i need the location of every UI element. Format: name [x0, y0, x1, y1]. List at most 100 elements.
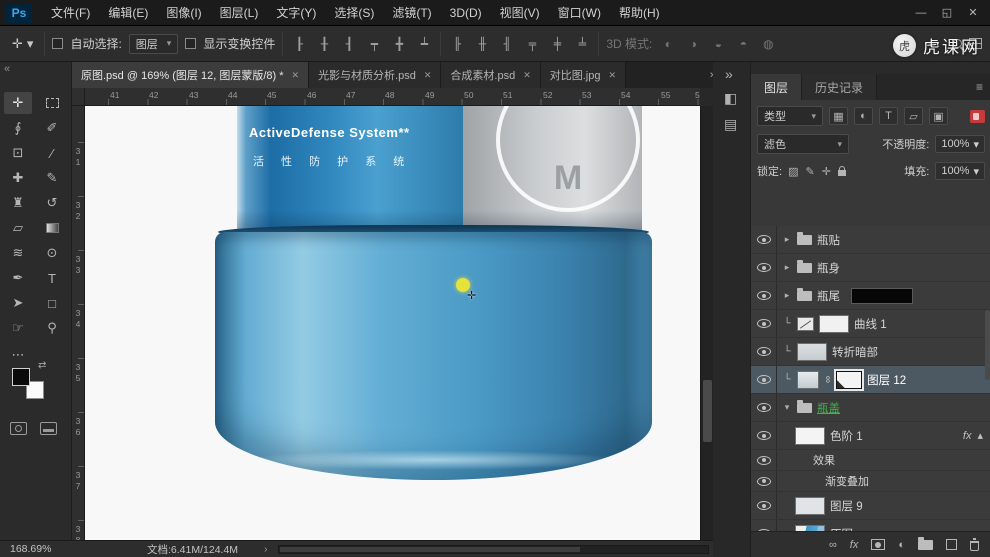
screen-mode-icon[interactable]	[40, 422, 57, 435]
pen-tool[interactable]: ✒	[4, 267, 32, 289]
visibility-eye-icon[interactable]	[757, 263, 771, 272]
menu-help[interactable]: 帮助(H)	[610, 0, 669, 26]
edit-toolbar-icon[interactable]: ⋯	[4, 344, 32, 366]
align-left-icon[interactable]: ┠	[290, 37, 308, 51]
tab-history[interactable]: 历史记录	[802, 74, 877, 100]
move-tool[interactable]: ✛	[4, 92, 32, 114]
lock-all-icon[interactable]	[838, 170, 846, 176]
panel-menu-icon[interactable]: ≡	[968, 74, 990, 100]
menu-view[interactable]: 视图(V)	[491, 0, 549, 26]
distribute-right-icon[interactable]: ╢	[498, 37, 516, 51]
align-right-icon[interactable]: ┨	[340, 37, 358, 51]
visibility-eye-icon[interactable]	[757, 375, 771, 384]
close-icon[interactable]: ✕	[960, 2, 986, 24]
effect-item-row[interactable]: 渐变叠加	[751, 471, 990, 492]
clone-stamp-tool[interactable]: ♜	[4, 192, 32, 214]
distribute-middle-icon[interactable]: ╪	[548, 37, 566, 51]
eyedropper-tool[interactable]: ∕	[38, 142, 66, 164]
quick-select-tool[interactable]: ✐	[38, 117, 66, 139]
canvas-horizontal-scrollbar[interactable]	[278, 545, 709, 554]
close-icon[interactable]: ✕	[609, 70, 617, 81]
fill-dropdown[interactable]: 100% ▾	[935, 162, 985, 180]
layer-row[interactable]: └ 转折暗部	[751, 338, 990, 366]
menu-image[interactable]: 图像(I)	[157, 0, 210, 26]
hand-tool[interactable]: ☞	[4, 317, 32, 339]
layer-row-selected[interactable]: └ ∞ 图层 12	[751, 366, 990, 394]
layer-thumbnail-black[interactable]	[851, 288, 913, 304]
layer-thumbnail[interactable]	[795, 497, 825, 515]
layer-row[interactable]: ▸ 瓶尾	[751, 282, 990, 310]
menu-file[interactable]: 文件(F)	[42, 0, 99, 26]
adjustment-layer-icon[interactable]: ◐	[898, 539, 905, 551]
align-middle-icon[interactable]: ╋	[390, 37, 408, 51]
layer-mask-thumbnail[interactable]	[819, 315, 849, 333]
blend-mode-dropdown[interactable]: 滤色 ▾	[757, 134, 849, 154]
new-layer-icon[interactable]	[946, 539, 957, 550]
add-mask-icon[interactable]	[871, 539, 885, 550]
gradient-tool[interactable]	[38, 217, 66, 239]
crop-tool[interactable]: ⊡	[4, 142, 32, 164]
mask-link-icon[interactable]: ∞	[822, 376, 833, 383]
canvas[interactable]: M ActiveDefense System** 活 性 防 护 系 统 ✛	[85, 106, 700, 540]
visibility-eye-icon[interactable]	[757, 291, 771, 300]
filter-shape-icon[interactable]: ▱	[904, 107, 923, 125]
status-expand-chevron[interactable]: ›	[264, 543, 268, 555]
distribute-top-icon[interactable]: ╤	[523, 37, 541, 51]
filter-pixel-icon[interactable]: ▦	[829, 107, 848, 125]
3d-roll-icon[interactable]: ◑	[684, 37, 702, 51]
opacity-dropdown[interactable]: 100% ▾	[935, 135, 985, 153]
menu-3d[interactable]: 3D(D)	[441, 0, 491, 26]
3d-pan-icon[interactable]: ◒	[709, 37, 727, 51]
panel-scrollbar-thumb[interactable]	[985, 310, 990, 380]
close-icon[interactable]: ✕	[292, 70, 300, 81]
chevron-right-icon[interactable]: ▸	[782, 262, 792, 273]
lock-position-icon[interactable]: ✛	[822, 165, 831, 178]
layer-mask-thumbnail-selected[interactable]	[836, 371, 862, 389]
filter-type-dropdown[interactable]: 类型 ▾	[757, 106, 823, 126]
menu-select[interactable]: 选择(S)	[325, 0, 383, 26]
dodge-tool[interactable]: ⊙	[38, 242, 66, 264]
menu-layer[interactable]: 图层(L)	[211, 0, 268, 26]
visibility-eye-icon[interactable]	[757, 347, 771, 356]
filter-type-icon[interactable]: T	[879, 107, 898, 125]
collapsed-panel-icon[interactable]: ▤	[724, 116, 737, 133]
visibility-eye-icon[interactable]	[757, 403, 771, 412]
healing-tool[interactable]: ✚	[4, 167, 32, 189]
layer-row[interactable]: ▸ 瓶身	[751, 254, 990, 282]
auto-select-checkbox[interactable]	[52, 38, 63, 49]
layer-row[interactable]: 图层 9	[751, 492, 990, 520]
visibility-eye-icon[interactable]	[757, 477, 771, 486]
restore-icon[interactable]: ◱	[934, 2, 960, 24]
show-transform-checkbox[interactable]	[185, 38, 196, 49]
layer-row[interactable]: └ 曲线 1	[751, 310, 990, 338]
align-center-h-icon[interactable]: ╂	[315, 37, 333, 51]
menu-filter[interactable]: 滤镜(T)	[383, 0, 440, 26]
collapsed-panel-icon[interactable]: ◧	[724, 90, 737, 107]
history-brush-tool[interactable]: ↺	[38, 192, 66, 214]
chevron-down-icon[interactable]: ▾	[782, 402, 792, 413]
layer-style-icon[interactable]: fx	[850, 539, 859, 551]
layer-thumbnail[interactable]	[797, 371, 819, 389]
text-tool[interactable]: T	[38, 267, 66, 289]
quick-mask-icon[interactable]	[10, 422, 27, 435]
expand-panels-icon[interactable]: »	[725, 66, 733, 82]
collapse-effects-icon[interactable]: ▴	[977, 429, 983, 442]
shape-tool[interactable]: □	[38, 292, 66, 314]
doc-tab[interactable]: 光影与材质分析.psd ✕	[309, 62, 441, 88]
delete-layer-icon[interactable]	[970, 541, 979, 551]
zoom-tool[interactable]: ⚲	[38, 317, 66, 339]
visibility-eye-icon[interactable]	[757, 319, 771, 328]
eraser-tool[interactable]: ▱	[4, 217, 32, 239]
visibility-eye-icon[interactable]	[757, 456, 771, 465]
scrollbar-thumb[interactable]	[280, 547, 580, 552]
distribute-center-h-icon[interactable]: ╫	[473, 37, 491, 51]
layer-row[interactable]: 色阶 1 fx ▴	[751, 422, 990, 450]
close-icon[interactable]: ✕	[523, 70, 531, 81]
canvas-vertical-scrollbar[interactable]	[700, 106, 713, 540]
doc-tab-active[interactable]: 原图.psd @ 169% (图层 12, 图层蒙版/8) * ✕	[72, 62, 309, 88]
filter-adjustment-icon[interactable]: ◐	[854, 107, 873, 125]
align-bottom-icon[interactable]: ┷	[415, 37, 433, 51]
doc-tab[interactable]: 合成素材.psd ✕	[441, 62, 540, 88]
marquee-tool[interactable]	[38, 92, 66, 114]
tool-preset-picker[interactable]: ✛ ▾	[8, 36, 37, 52]
